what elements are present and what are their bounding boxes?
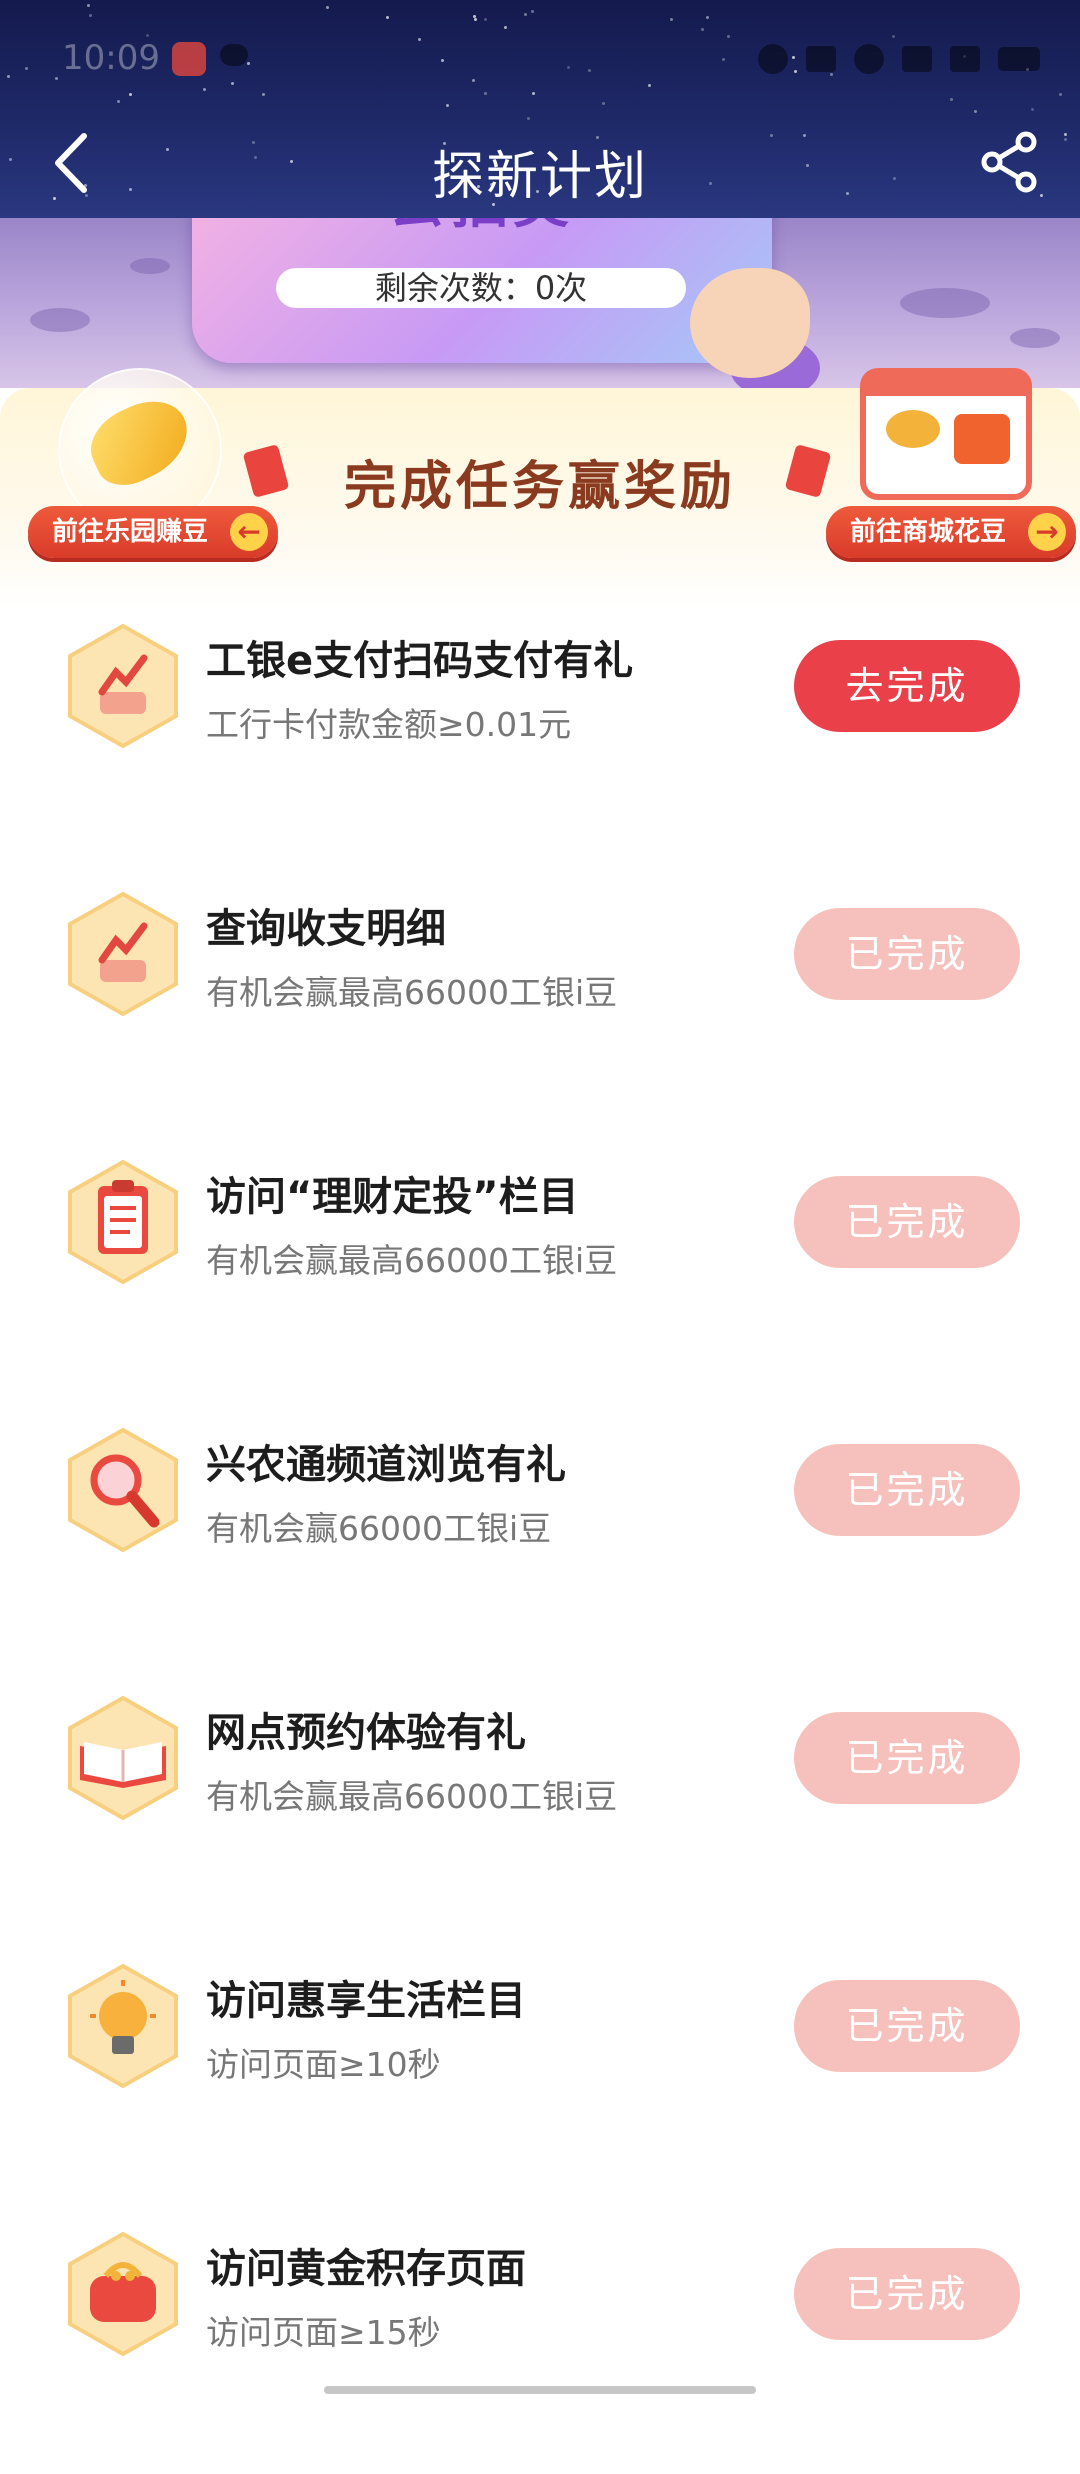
status-bar: 10:09 (0, 0, 1080, 120)
moon-crater (30, 308, 90, 332)
clipboard-icon (68, 1159, 178, 1285)
home-indicator[interactable] (324, 2386, 756, 2394)
reward-section-header: 完成任务赢奖励 前往乐园赚豆 ← 前往商城花豆 → (0, 368, 1080, 608)
task-subtitle: 有机会赢最高66000工银i豆 (206, 1777, 618, 1816)
arrow-right-icon: → (1028, 513, 1067, 551)
task-subtitle: 访问页面≥15秒 (206, 2313, 441, 2352)
go-spend-beans-label: 前往商城花豆 (850, 517, 1007, 547)
status-time: 10:09 (62, 38, 160, 78)
task-completed-button[interactable]: 已完成 (794, 1176, 1020, 1268)
bean-icon (886, 410, 940, 448)
share-button[interactable] (976, 128, 1044, 196)
lottery-title: 去抽奖 (192, 218, 772, 239)
task-item: 访问黄金积存页面 访问页面≥15秒 已完成 (0, 2206, 1080, 2474)
remaining-count: 剩余次数：0次 (276, 268, 686, 308)
signal-icon (902, 46, 932, 72)
task-title: 兴农通频道浏览有礼 (206, 1442, 566, 1488)
task-subtitle: 访问页面≥10秒 (206, 2045, 441, 2084)
moon-crater (900, 288, 990, 318)
magnifier-icon (68, 1427, 178, 1553)
task-item: 查询收支明细 有机会赢最高66000工银i豆 已完成 (0, 866, 1080, 1134)
lightbulb-icon (68, 1963, 178, 2089)
task-title: 网点预约体验有礼 (206, 1710, 526, 1756)
task-completed-button[interactable]: 已完成 (794, 2248, 1020, 2340)
task-subtitle: 有机会赢最高66000工银i豆 (206, 1241, 618, 1280)
task-item: 访问惠享生活栏目 访问页面≥10秒 已完成 (0, 1938, 1080, 2206)
battery-icon (998, 47, 1040, 71)
pointing-hand-icon (690, 268, 810, 378)
moon-crater (1010, 328, 1060, 348)
wifi-icon (950, 46, 980, 72)
book-icon (68, 1695, 178, 1821)
go-earn-beans-button[interactable]: 前往乐园赚豆 ← (28, 506, 279, 558)
task-title: 工银e支付扫码支付有礼 (206, 638, 634, 684)
lottery-banner[interactable]: 去抽奖 剩余次数：0次 (0, 218, 1080, 388)
nfc-icon (806, 46, 836, 72)
lottery-card[interactable]: 去抽奖 剩余次数：0次 (192, 218, 772, 363)
task-subtitle: 有机会赢66000工银i豆 (206, 1509, 552, 1548)
task-completed-button[interactable]: 已完成 (794, 1980, 1020, 2072)
task-subtitle: 有机会赢最高66000工银i豆 (206, 973, 618, 1012)
task-completed-button[interactable]: 已完成 (794, 908, 1020, 1000)
cloud-icon (220, 44, 248, 66)
card-header-bar (866, 374, 1026, 396)
page-title: 探新计划 (431, 147, 648, 207)
share-icon (981, 131, 1037, 193)
task-title: 访问“理财定投”栏目 (206, 1174, 579, 1220)
chart-trophy-icon (68, 891, 178, 1017)
do-not-disturb-icon (758, 44, 788, 74)
task-completed-button[interactable]: 已完成 (794, 1444, 1020, 1536)
task-item: 网点预约体验有礼 有机会赢最高66000工银i豆 已完成 (0, 1670, 1080, 1938)
status-indicators (758, 44, 1040, 74)
task-item: 工银e支付扫码支付有礼 工行卡付款金额≥0.01元 去完成 (0, 598, 1080, 866)
app-notification-icon (172, 42, 206, 76)
gift-box-icon (954, 414, 1010, 464)
task-title: 查询收支明细 (206, 906, 446, 952)
top-header: 10:09 探新计划 (0, 0, 1080, 218)
task-title: 访问黄金积存页面 (206, 2246, 526, 2292)
purse-icon (68, 2231, 178, 2357)
mall-card-icon (860, 368, 1032, 500)
task-item: 兴农通频道浏览有礼 有机会赢66000工银i豆 已完成 (0, 1402, 1080, 1670)
moon-crater (130, 258, 170, 274)
hd-icon (854, 44, 884, 74)
go-earn-beans-label: 前往乐园赚豆 (52, 517, 209, 547)
task-item: 访问“理财定投”栏目 有机会赢最高66000工银i豆 已完成 (0, 1134, 1080, 1402)
task-subtitle: 工行卡付款金额≥0.01元 (206, 705, 572, 744)
arrow-left-icon: ← (230, 513, 269, 551)
task-title: 访问惠享生活栏目 (206, 1978, 526, 2024)
go-spend-beans-button[interactable]: 前往商城花豆 → (826, 506, 1077, 558)
chart-trophy-icon (68, 623, 178, 749)
task-go-complete-button[interactable]: 去完成 (794, 640, 1020, 732)
task-completed-button[interactable]: 已完成 (794, 1712, 1020, 1804)
